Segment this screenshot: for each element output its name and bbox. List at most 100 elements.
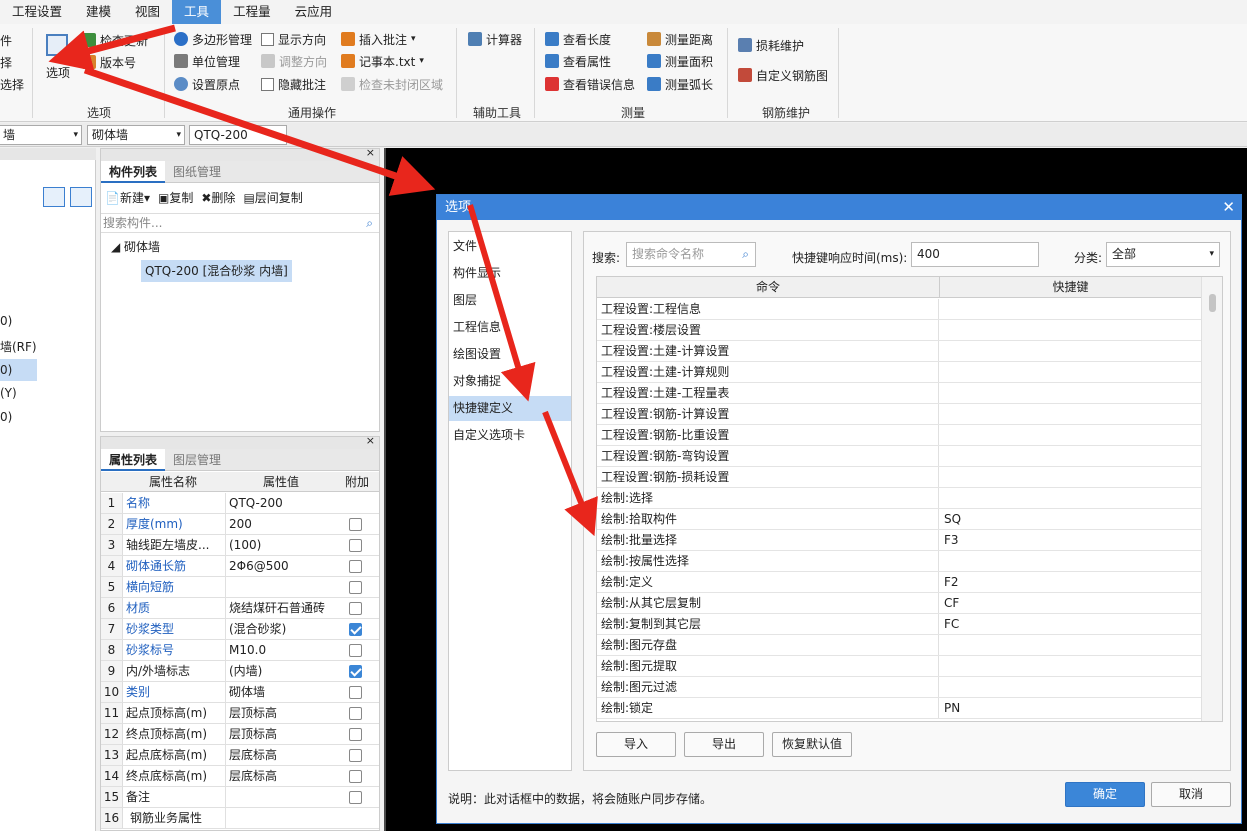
tab-component-list[interactable]: 构件列表 (101, 161, 166, 183)
extra-checkbox[interactable] (349, 623, 362, 636)
shortcut-row[interactable]: 工程设置:钢筋-损耗设置 (597, 467, 1201, 488)
prop-value[interactable]: 层底标高 (225, 745, 337, 765)
shortcut-cell[interactable]: CF (940, 593, 1200, 613)
tree-child-selected[interactable]: QTQ-200 [混合砂浆 内墙] (141, 260, 292, 282)
shortcut-row[interactable]: 绘制:锁定 PN (597, 698, 1201, 719)
menu-item[interactable]: 建模 (74, 0, 123, 24)
shortcut-cell[interactable] (940, 677, 1200, 697)
prop-row[interactable]: 13 起点底标高(m) 层底标高 (101, 745, 379, 766)
unit-manage-button[interactable]: 单位管理 (174, 51, 240, 71)
shortcut-row[interactable]: 工程设置:土建-计算设置 (597, 341, 1201, 362)
shortcut-cell[interactable] (940, 404, 1200, 424)
tab-property-list[interactable]: 属性列表 (101, 449, 166, 471)
shortcut-row[interactable]: 工程设置:工程信息 (597, 299, 1201, 320)
extra-checkbox[interactable] (349, 602, 362, 615)
search-icon[interactable]: ⌕ (742, 243, 749, 266)
prop-value[interactable]: 层顶标高 (225, 724, 337, 744)
options-nav-item[interactable]: 构件显示 (449, 261, 571, 286)
prop-row[interactable]: 16 钢筋业务属性 (101, 808, 379, 829)
menu-item[interactable]: 工程量 (221, 0, 283, 24)
options-nav-item[interactable]: 绘图设置 (449, 342, 571, 367)
tree-item-selected[interactable]: 0) (0, 359, 37, 381)
extra-checkbox[interactable] (349, 665, 362, 678)
prop-value[interactable]: 2Φ6@500 (225, 556, 337, 576)
detail-view-icon[interactable] (70, 187, 92, 207)
shortcut-row[interactable]: 工程设置:钢筋-弯钩设置 (597, 446, 1201, 467)
shortcut-row[interactable]: 工程设置:钢筋-计算设置 (597, 404, 1201, 425)
ribbon-partial-item-1[interactable]: 件 (0, 30, 12, 50)
layer-combo[interactable]: 墙 ▾ (0, 125, 82, 145)
prop-row[interactable]: 8 砂浆标号 M10.0 (101, 640, 379, 661)
view-length-button[interactable]: 查看长度 (545, 29, 611, 49)
prop-row[interactable]: 7 砂浆类型 (混合砂浆) (101, 619, 379, 640)
check-update-button[interactable]: 检查更新 (82, 30, 148, 50)
shortcut-cell[interactable]: PN (940, 698, 1200, 718)
prop-value[interactable]: 200 (225, 514, 337, 534)
extra-checkbox[interactable] (349, 749, 362, 762)
options-nav-item[interactable]: 图层 (449, 288, 571, 313)
set-origin-button[interactable]: 设置原点 (174, 74, 240, 94)
shortcut-row[interactable]: 绘制:图元提取 (597, 656, 1201, 677)
shortcut-row[interactable]: 绘制:拾取构件 SQ (597, 509, 1201, 530)
prop-row[interactable]: 6 材质 烧结煤矸石普通砖 (101, 598, 379, 619)
scrollbar[interactable] (1201, 277, 1222, 721)
insert-comment-button[interactable]: 插入批注 ▾ (341, 29, 416, 49)
show-direction-box[interactable] (261, 32, 274, 46)
extra-checkbox[interactable] (349, 539, 362, 552)
notepad-button[interactable]: 记事本.txt ▾ (341, 51, 424, 71)
hide-comment-checkbox[interactable]: 隐藏批注 (261, 74, 326, 94)
command-search-input[interactable]: 搜索命令名称 ⌕ (626, 242, 756, 267)
prop-row[interactable]: 1 名称 QTQ-200 (101, 493, 379, 514)
prop-row[interactable]: 11 起点顶标高(m) 层顶标高 (101, 703, 379, 724)
calculator-button[interactable]: 计算器 (468, 29, 522, 49)
view-props-button[interactable]: 查看属性 (545, 51, 611, 71)
shortcut-cell[interactable] (940, 488, 1200, 508)
prop-row[interactable]: 5 横向短筋 (101, 577, 379, 598)
extra-checkbox[interactable] (349, 644, 362, 657)
prop-row[interactable]: 12 终点顶标高(m) 层顶标高 (101, 724, 379, 745)
measure-arc-button[interactable]: 测量弧长 (647, 74, 713, 94)
tab-drawing-manage[interactable]: 图纸管理 (165, 161, 229, 183)
shortcut-cell[interactable] (940, 551, 1200, 571)
prop-row[interactable]: 9 内/外墙标志 (内墙) (101, 661, 379, 682)
options-nav-item[interactable]: 文件 (449, 234, 571, 259)
tree-item[interactable]: (Y) (0, 386, 17, 400)
cancel-button[interactable]: 取消 (1151, 782, 1231, 807)
extra-checkbox[interactable] (349, 686, 362, 699)
delay-input[interactable]: 400 (911, 242, 1039, 267)
copy-button[interactable]: ▣复制 (158, 189, 193, 206)
show-direction-checkbox[interactable]: 显示方向 (261, 29, 326, 49)
shortcut-row[interactable]: 绘制:批量选择 F3 (597, 530, 1201, 551)
shortcut-cell[interactable] (940, 635, 1200, 655)
prop-value[interactable]: 层顶标高 (225, 703, 337, 723)
export-button[interactable]: 导出 (684, 732, 764, 757)
shortcut-row[interactable]: 工程设置:土建-工程量表 (597, 383, 1201, 404)
delete-button[interactable]: ✖删除 (201, 189, 235, 206)
tree-item[interactable]: 0) (0, 410, 12, 424)
shortcut-cell[interactable] (940, 446, 1200, 466)
polygon-manage-button[interactable]: 多边形管理 (174, 29, 252, 49)
shortcut-cell[interactable]: SQ (940, 509, 1200, 529)
prop-value[interactable]: M10.0 (225, 640, 337, 660)
shortcut-cell[interactable] (940, 467, 1200, 487)
prop-value[interactable] (225, 808, 337, 828)
adjust-direction-button[interactable]: 调整方向 (261, 51, 327, 71)
prop-row[interactable]: 3 轴线距左墙皮... (100) (101, 535, 379, 556)
prop-row[interactable]: 10 类别 砌体墙 (101, 682, 379, 703)
floor-copy-button[interactable]: ▤层间复制 (243, 189, 302, 206)
prop-row[interactable]: 14 终点底标高(m) 层底标高 (101, 766, 379, 787)
prop-value[interactable]: 烧结煤矸石普通砖 (225, 598, 337, 618)
shortcut-cell[interactable] (940, 341, 1200, 361)
type-combo[interactable]: 砌体墙 ▾ (87, 125, 185, 145)
shortcut-cell[interactable] (940, 299, 1200, 319)
panel-close-icon[interactable]: × (366, 146, 375, 159)
prop-row[interactable]: 4 砌体通长筋 2Φ6@500 (101, 556, 379, 577)
prop-value[interactable]: (100) (225, 535, 337, 555)
component-combo[interactable]: QTQ-200 (189, 125, 287, 145)
import-button[interactable]: 导入 (596, 732, 676, 757)
tree-item[interactable]: 墙(RF) (0, 338, 37, 355)
shortcut-row[interactable]: 绘制:图元过滤 (597, 677, 1201, 698)
tab-layer-manage[interactable]: 图层管理 (165, 449, 229, 471)
tree-root[interactable]: ◢ 砌体墙 (111, 238, 160, 255)
prop-value[interactable] (225, 577, 337, 597)
